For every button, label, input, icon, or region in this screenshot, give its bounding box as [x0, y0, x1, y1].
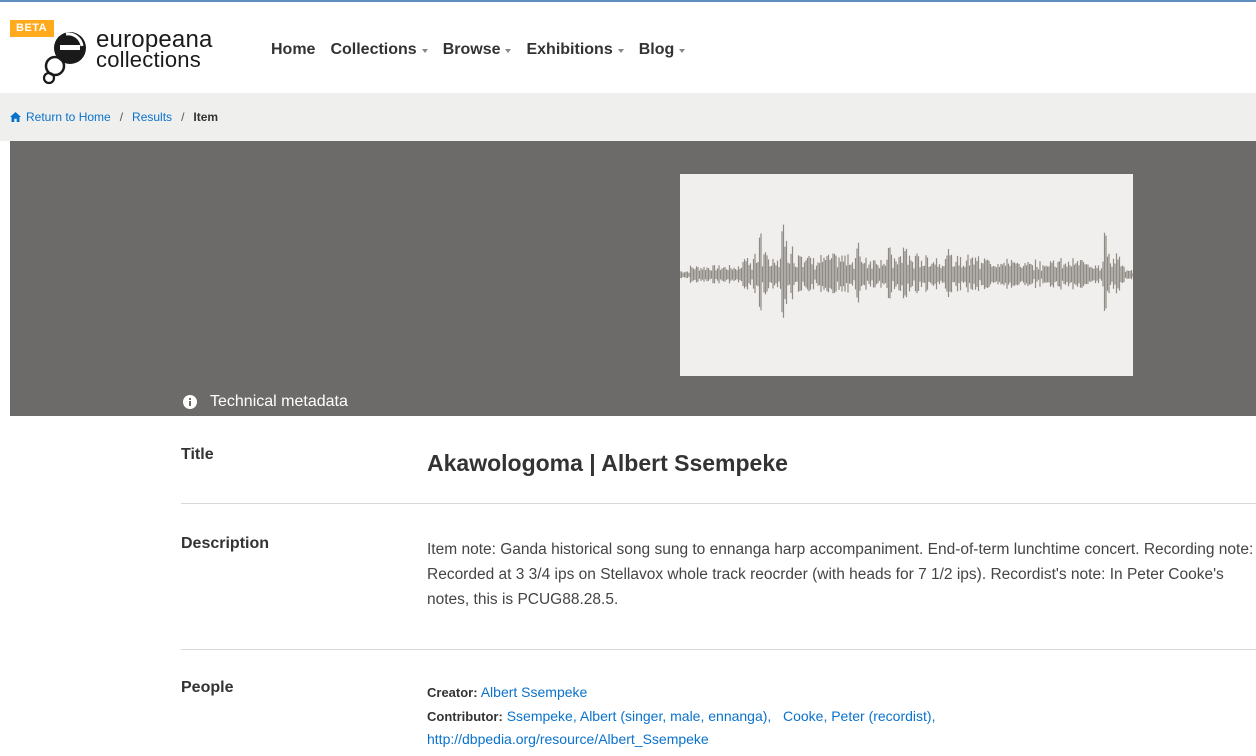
- nav-home[interactable]: Home: [271, 41, 315, 59]
- europeana-logo-icon[interactable]: [38, 22, 98, 88]
- audio-waveform-thumbnail[interactable]: [679, 174, 1134, 376]
- metadata-row-people: People Creator: Albert Ssempeke Contribu…: [181, 650, 1256, 756]
- contributor-line: Contributor: Ssempeke, Albert (singer, m…: [427, 705, 1256, 729]
- chevron-down-icon: [505, 48, 512, 53]
- nav-blog[interactable]: Blog: [639, 41, 686, 59]
- item-description: Item note: Ganda historical song sung to…: [427, 541, 1254, 608]
- breadcrumb-home-link[interactable]: Return to Home: [10, 110, 111, 124]
- chevron-down-icon: [421, 48, 428, 53]
- metadata-row-title: Title Akawologoma | Albert Ssempeke: [181, 416, 1256, 504]
- waveform-icon: [679, 224, 1134, 318]
- nav-browse-label: Browse: [442, 41, 501, 58]
- home-icon: [10, 112, 21, 122]
- chevron-down-icon: [679, 48, 686, 53]
- technical-metadata-label: Technical metadata: [210, 393, 348, 410]
- nav-blog-label: Blog: [638, 41, 675, 58]
- nav-collections[interactable]: Collections: [330, 41, 428, 59]
- contributor-link[interactable]: http://dbpedia.org/resource/Albert_Ssemp…: [427, 731, 709, 747]
- contributor-link[interactable]: Cooke, Peter (recordist),: [783, 708, 936, 724]
- technical-metadata-toggle[interactable]: Technical metadata: [183, 393, 348, 411]
- main-nav: Home Collections Browse Exhibitions Blog: [271, 39, 700, 61]
- creator-label: Creator:: [427, 685, 478, 700]
- breadcrumb-separator: /: [181, 110, 185, 124]
- nav-browse[interactable]: Browse: [443, 41, 512, 59]
- nav-collections-label: Collections: [330, 41, 417, 58]
- chevron-down-icon: [617, 48, 624, 53]
- title-label: Title: [181, 446, 214, 463]
- item-title: Akawologoma | Albert Ssempeke: [427, 450, 788, 476]
- description-label: Description: [181, 535, 270, 552]
- nav-home-label: Home: [271, 41, 316, 58]
- creator-line: Creator: Albert Ssempeke: [427, 681, 1256, 705]
- creator-link[interactable]: Albert Ssempeke: [481, 684, 588, 700]
- nav-exhibitions-label: Exhibitions: [526, 41, 613, 58]
- contributor-line: http://dbpedia.org/resource/Albert_Ssemp…: [427, 728, 1256, 751]
- media-viewer: Technical metadata: [10, 141, 1256, 416]
- breadcrumb-separator: /: [119, 110, 124, 124]
- breadcrumb-current: Item: [193, 110, 219, 124]
- people-label: People: [181, 679, 234, 696]
- site-header: BETA europeana collections Home Collecti…: [0, 0, 1256, 93]
- info-icon: [183, 395, 197, 409]
- contributor-link[interactable]: Ssempeke, Albert (singer, male, ennanga)…: [507, 708, 772, 724]
- breadcrumb-home-label: Return to Home: [26, 110, 111, 124]
- breadcrumb: Return to Home / Results / Item: [0, 93, 1256, 141]
- nav-exhibitions[interactable]: Exhibitions: [526, 41, 624, 59]
- logo-wordmark[interactable]: europeana collections: [96, 28, 213, 71]
- metadata-row-description: Description Item note: Ganda historical …: [181, 504, 1256, 650]
- breadcrumb-results-link[interactable]: Results: [132, 110, 172, 124]
- contributor-label: Contributor:: [427, 708, 503, 724]
- logo-line-collections: collections: [96, 47, 201, 72]
- item-metadata: Title Akawologoma | Albert Ssempeke Desc…: [181, 416, 1256, 756]
- people-value: Creator: Albert Ssempeke Contributor: Ss…: [427, 681, 1256, 751]
